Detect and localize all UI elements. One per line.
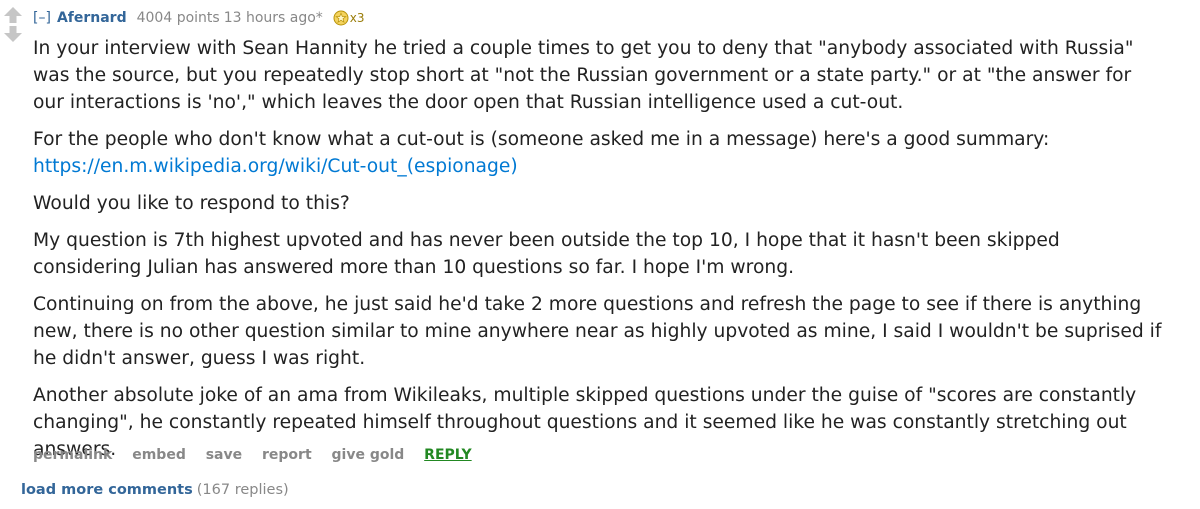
timestamp[interactable]: 13 hours ago [224,10,316,26]
gold-award-icon [333,10,349,26]
comment-actions: permalink embed save report give gold RE… [33,447,487,463]
collapse-toggle[interactable]: [–] [33,10,51,26]
comment-paragraph-text: For the people who don't know what a cut… [33,129,1050,150]
load-more-comments: load more comments (167 replies) [21,482,289,498]
comment-body: In your interview with Sean Hannity he t… [33,35,1163,473]
downvote-arrow-icon[interactable] [3,25,23,43]
comment-paragraph: For the people who don't know what a cut… [33,126,1163,180]
replies-count: (167 replies) [196,482,289,498]
reply-button[interactable]: REPLY [424,447,471,463]
author-link[interactable]: Afernard [57,10,127,26]
wikipedia-link[interactable]: https://en.m.wikipedia.org/wiki/Cut-out_… [33,156,518,177]
comment-paragraph: Would you like to respond to this? [33,193,350,214]
gold-count: x3 [349,11,365,25]
give-gold-button[interactable]: give gold [332,447,405,463]
comment-tagline: [–] Afernard 4004 points 13 hours ago* x3 [33,9,365,27]
gilded-badge[interactable]: x3 [333,9,365,27]
comment-paragraph: Continuing on from the above, he just sa… [33,294,1162,369]
vote-column [3,6,23,43]
save-button[interactable]: save [206,447,242,463]
permalink-button[interactable]: permalink [33,447,112,463]
comment-paragraph: My question is 7th highest upvoted and h… [33,230,1060,278]
load-more-comments-link[interactable]: load more comments [21,482,193,498]
edited-mark: * [315,10,323,26]
upvote-arrow-icon[interactable] [3,6,23,24]
embed-button[interactable]: embed [132,447,186,463]
score: 4004 points [136,10,220,26]
report-button[interactable]: report [262,447,312,463]
comment-paragraph: In your interview with Sean Hannity he t… [33,38,1134,113]
